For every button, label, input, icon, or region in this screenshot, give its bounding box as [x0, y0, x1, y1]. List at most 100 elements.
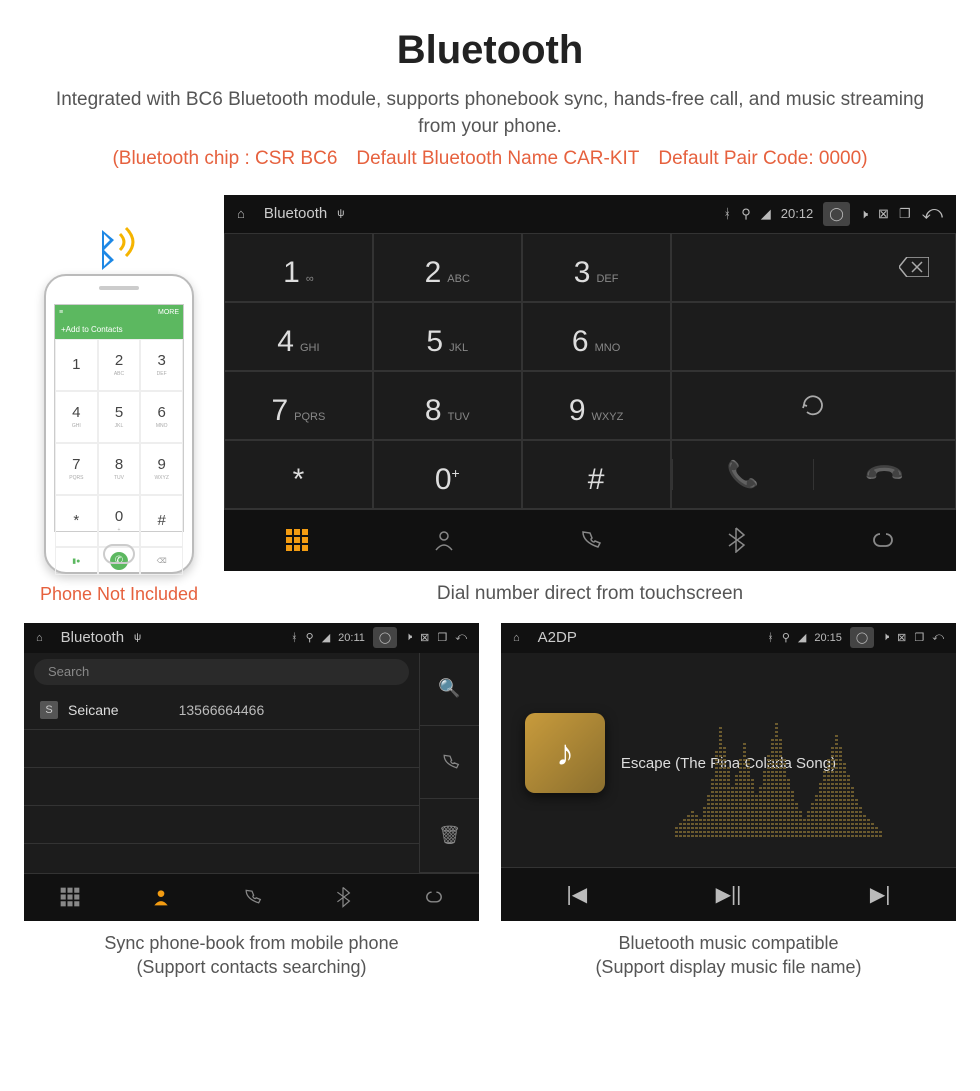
- screenshot-icon[interactable]: ◯: [850, 627, 874, 648]
- back-icon[interactable]: ⤺: [455, 631, 467, 644]
- home-icon[interactable]: ⌂: [513, 632, 520, 644]
- phone-mockup: ≡MORE + Add to Contacts 12ABC3DEF4GHI5JK…: [44, 274, 194, 574]
- nav-recent[interactable]: [517, 509, 663, 571]
- contact-row[interactable]: S Seicane 13566664466: [24, 691, 419, 730]
- page-title: Bluetooth: [0, 28, 980, 73]
- dial-key-4[interactable]: 4GHI: [224, 302, 373, 371]
- dial-key-6[interactable]: 6MNO: [522, 302, 671, 371]
- dial-key-3[interactable]: 3DEF: [522, 233, 671, 302]
- dial-key-5[interactable]: 5JKL: [373, 302, 522, 371]
- phone-key-3: 3DEF: [140, 339, 183, 391]
- phone-key-4: 4GHI: [55, 391, 98, 443]
- screenshot-icon[interactable]: ◯: [373, 627, 397, 648]
- phone-key-0: 0+: [98, 495, 141, 547]
- phone-more-label: MORE: [158, 309, 179, 316]
- bluetooth-signal-icon: [84, 222, 144, 278]
- next-track-button[interactable]: ▶|: [804, 867, 956, 921]
- headunit-dialer: ⌂ Bluetooth ψ ᚼ ⚲ ◢ 20:12 ◯ 🕨 ⊠ ❐ ⤺ 1∞2A…: [224, 195, 956, 571]
- headunit-caption: Dial number direct from touchscreen: [224, 583, 956, 605]
- location-icon: ⚲: [782, 631, 790, 644]
- phone-key-1: 1: [55, 339, 98, 391]
- dial-key-8[interactable]: 8TUV: [373, 371, 522, 440]
- usb-icon: ψ: [337, 208, 344, 219]
- bluetooth-icon: ᚼ: [723, 206, 731, 221]
- bluetooth-icon: ᚼ: [767, 632, 774, 644]
- nav-pair[interactable]: [388, 873, 479, 921]
- recent-apps-icon[interactable]: ❐: [899, 206, 911, 222]
- status-title-pb: Bluetooth: [61, 629, 124, 646]
- volume-icon[interactable]: 🕨: [405, 631, 412, 644]
- dial-key-0[interactable]: 0+: [373, 440, 522, 509]
- status-bar-music: ⌂ A2DP ᚼ ⚲ ◢ 20:15 ◯ 🕨 ⊠ ❐ ⤺: [501, 623, 956, 653]
- hangup-button[interactable]: 📞: [813, 459, 955, 490]
- phone-key-2: 2ABC: [98, 339, 141, 391]
- clock-text: 20:15: [814, 632, 842, 644]
- page-spec: (Bluetooth chip : CSR BC6 Default Blueto…: [40, 146, 940, 173]
- dial-key-2[interactable]: 2ABC: [373, 233, 522, 302]
- volume-icon[interactable]: 🕨: [860, 206, 868, 222]
- wifi-icon: ◢: [798, 631, 806, 644]
- phone-key-*: *: [55, 495, 98, 547]
- close-icon[interactable]: ⊠: [897, 631, 906, 644]
- contact-number: 13566664466: [179, 702, 265, 718]
- prev-track-button[interactable]: |◀: [501, 867, 653, 921]
- search-input[interactable]: Search: [34, 659, 409, 685]
- clock-text: 20:11: [338, 632, 365, 644]
- nav-bluetooth[interactable]: [297, 873, 388, 921]
- music-caption: Bluetooth music compatible(Support displ…: [501, 931, 956, 980]
- side-search-button[interactable]: 🔍: [419, 653, 479, 726]
- screenshot-icon[interactable]: ◯: [823, 202, 850, 226]
- page-desc: Integrated with BC6 Bluetooth module, su…: [40, 87, 940, 140]
- phone-key-5: 5JKL: [98, 391, 141, 443]
- location-icon: ⚲: [306, 631, 314, 644]
- status-title: Bluetooth: [264, 205, 327, 222]
- nav-bluetooth[interactable]: [663, 509, 809, 571]
- phone-key-#: #: [140, 495, 183, 547]
- dial-key-9[interactable]: 9WXYZ: [522, 371, 671, 440]
- volume-icon[interactable]: 🕨: [882, 631, 889, 644]
- contact-initial: S: [40, 701, 58, 719]
- redial-button[interactable]: [671, 371, 956, 440]
- home-icon[interactable]: ⌂: [36, 632, 43, 644]
- home-icon[interactable]: ⌂: [237, 206, 245, 221]
- side-delete-button[interactable]: 🗑: [419, 799, 479, 872]
- wifi-icon: ◢: [322, 631, 330, 644]
- wifi-icon: ◢: [761, 206, 771, 222]
- recent-apps-icon[interactable]: ❐: [437, 631, 447, 644]
- call-button[interactable]: 📞: [672, 459, 814, 490]
- dial-key-1[interactable]: 1∞: [224, 233, 373, 302]
- nav-recent[interactable]: [206, 873, 297, 921]
- phone-backspace-icon: ⌫: [140, 547, 183, 575]
- status-bar: ⌂ Bluetooth ψ ᚼ ⚲ ◢ 20:12 ◯ 🕨 ⊠ ❐ ⤺: [224, 195, 956, 233]
- nav-contacts[interactable]: [370, 509, 516, 571]
- recent-apps-icon[interactable]: ❐: [914, 631, 924, 644]
- phonebook-panel: ⌂ Bluetooth ψ ᚼ ⚲ ◢ 20:11 ◯ 🕨 ⊠ ❐ ⤺ Sear…: [24, 623, 479, 921]
- dial-key-7[interactable]: 7PQRS: [224, 371, 373, 440]
- bluetooth-icon: ᚼ: [291, 632, 298, 644]
- music-panel: ⌂ A2DP ᚼ ⚲ ◢ 20:15 ◯ 🕨 ⊠ ❐ ⤺ Escape (The…: [501, 623, 956, 921]
- usb-icon: ψ: [134, 632, 141, 643]
- dial-key-#[interactable]: #: [522, 440, 671, 509]
- play-pause-button[interactable]: ▶||: [653, 867, 805, 921]
- close-icon[interactable]: ⊠: [420, 631, 429, 644]
- phone-video-call-icon: ▮●: [55, 547, 98, 575]
- side-call-button[interactable]: [419, 726, 479, 799]
- status-title-music: A2DP: [538, 629, 577, 646]
- contact-name: Seicane: [68, 702, 119, 718]
- album-art-icon: ♪: [525, 713, 605, 793]
- nav-dialpad[interactable]: [24, 873, 115, 921]
- location-icon: ⚲: [741, 206, 751, 222]
- phone-caption: Phone Not Included: [24, 584, 214, 605]
- back-icon[interactable]: ⤺: [932, 631, 944, 644]
- status-bar-pb: ⌂ Bluetooth ψ ᚼ ⚲ ◢ 20:11 ◯ 🕨 ⊠ ❐ ⤺: [24, 623, 479, 653]
- dial-key-*[interactable]: *: [224, 440, 373, 509]
- back-icon[interactable]: ⤺: [922, 202, 943, 225]
- nav-contacts[interactable]: [115, 873, 206, 921]
- phonebook-caption: Sync phone-book from mobile phone(Suppor…: [24, 931, 479, 980]
- close-icon[interactable]: ⊠: [878, 206, 889, 222]
- backspace-button[interactable]: [671, 233, 956, 302]
- clock-text: 20:12: [781, 206, 814, 221]
- nav-pair[interactable]: [810, 509, 956, 571]
- phone-add-contacts: Add to Contacts: [66, 325, 123, 334]
- nav-dialpad[interactable]: [224, 509, 370, 571]
